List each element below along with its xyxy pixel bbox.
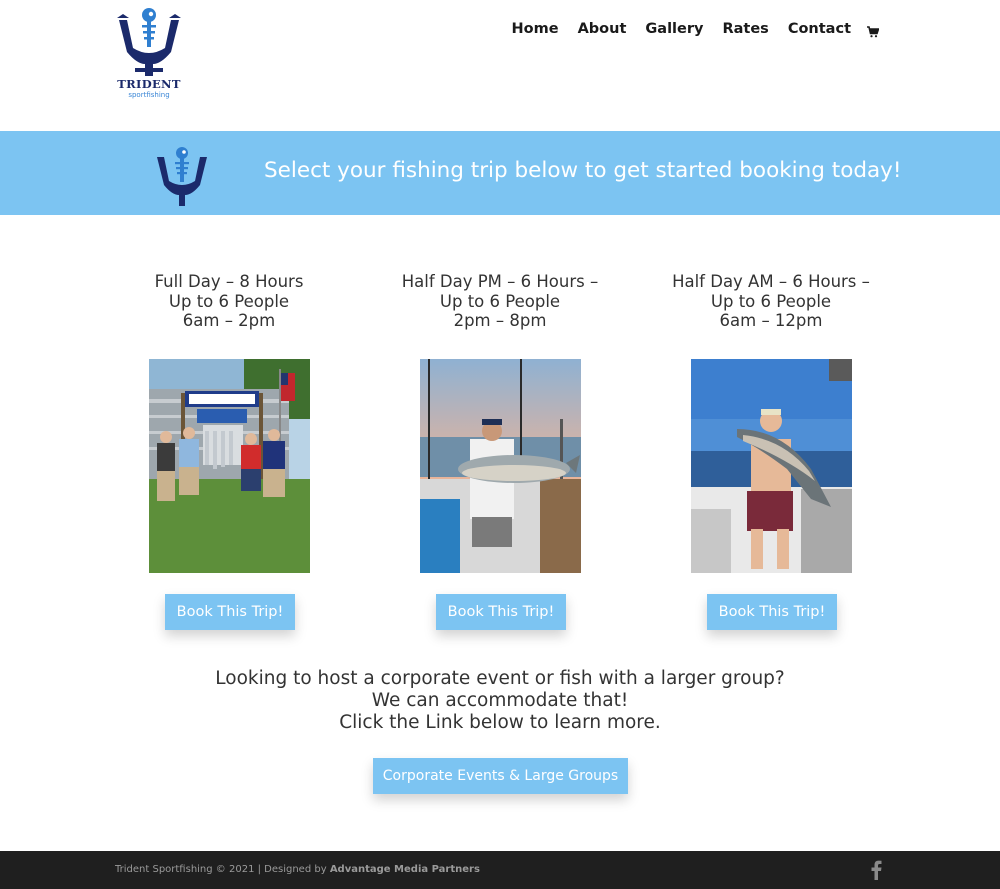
- trip-photo: [691, 359, 852, 573]
- footer-designer-link[interactable]: Advantage Media Partners: [330, 864, 480, 875]
- corporate-instruction: Click the Link below to learn more.: [339, 712, 661, 733]
- corporate-question: Looking to host a corporate event or fis…: [215, 668, 785, 689]
- banner-heading: Select your fishing trip below to get st…: [264, 158, 902, 183]
- trip-duration: Half Day PM – 6 Hours –: [401, 272, 599, 291]
- trip-hours: 6am – 2pm: [182, 311, 276, 330]
- cart-icon[interactable]: [867, 23, 880, 38]
- book-trip-button[interactable]: Book This Trip!: [707, 594, 837, 630]
- nav-contact[interactable]: Contact: [788, 19, 851, 39]
- trident-fish-logo-icon: [117, 8, 181, 76]
- trident-icon: [154, 145, 210, 207]
- trip-capacity: Up to 6 People: [710, 291, 832, 311]
- site-header: TRIDENT sportfishing Home About Gallery …: [0, 0, 1000, 131]
- facebook-icon[interactable]: [870, 860, 882, 880]
- trip-duration: Full Day – 8 Hours: [154, 272, 304, 291]
- trip-photo: [149, 359, 310, 573]
- footer-copyright: Trident Sportfishing © 2021 | Designed b…: [115, 864, 330, 875]
- trip-hours: 2pm – 8pm: [453, 311, 547, 330]
- footer-credits: Trident Sportfishing © 2021 | Designed b…: [115, 864, 480, 876]
- trip-duration: Half Day AM – 6 Hours –: [672, 272, 870, 291]
- trip-hours: 6am – 12pm: [719, 311, 823, 330]
- site-footer: Trident Sportfishing © 2021 | Designed b…: [0, 851, 1000, 889]
- logo-tagline: sportfishing: [128, 91, 170, 99]
- nav-home[interactable]: Home: [512, 19, 559, 39]
- corporate-section: Looking to host a corporate event or fis…: [0, 668, 1000, 734]
- corporate-statement: We can accommodate that!: [371, 690, 629, 711]
- trip-capacity: Up to 6 People: [439, 291, 561, 311]
- nav-about[interactable]: About: [578, 19, 627, 39]
- logo-wordmark: TRIDENT: [117, 77, 181, 91]
- nav-gallery[interactable]: Gallery: [645, 19, 703, 39]
- book-trip-button[interactable]: Book This Trip!: [436, 594, 566, 630]
- booking-banner: Select your fishing trip below to get st…: [0, 131, 1000, 215]
- main-nav: Home About Gallery Rates Contact: [512, 19, 880, 39]
- trip-card-half-day-pm: Half Day PM – 6 Hours – Up to 6 People 2…: [380, 272, 620, 630]
- book-trip-button[interactable]: Book This Trip!: [165, 594, 295, 630]
- trip-card-half-day-am: Half Day AM – 6 Hours – Up to 6 People 6…: [651, 272, 891, 630]
- site-logo[interactable]: TRIDENT sportfishing: [113, 6, 185, 102]
- trip-card-full-day: Full Day – 8 Hours Up to 6 People 6am – …: [109, 272, 349, 630]
- nav-rates[interactable]: Rates: [722, 19, 768, 39]
- corporate-events-button[interactable]: Corporate Events & Large Groups: [373, 758, 628, 794]
- trip-photo: [420, 359, 581, 573]
- trip-capacity: Up to 6 People: [168, 291, 290, 311]
